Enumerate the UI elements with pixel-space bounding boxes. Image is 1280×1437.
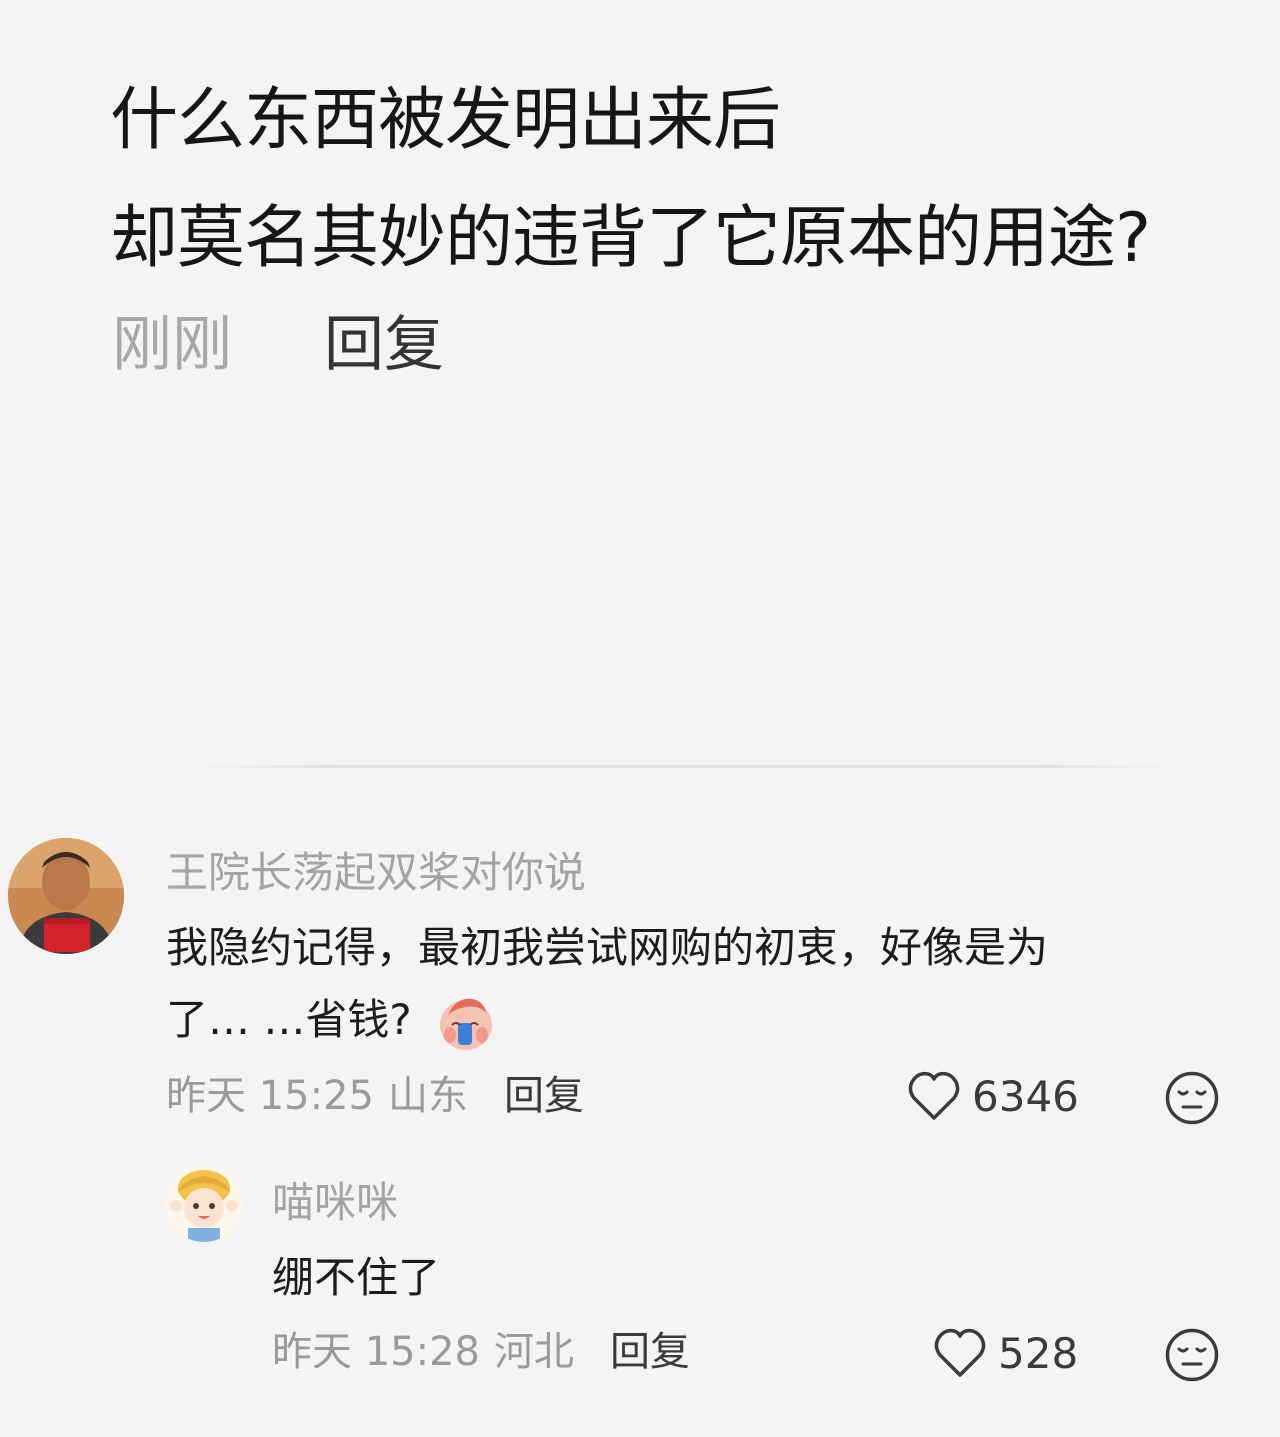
comment-text-line-2: 了… …省钱? xyxy=(166,984,1146,1056)
comment-location: 河北 xyxy=(494,1329,574,1375)
comment-text-line-2-content: 了… …省钱? xyxy=(166,995,412,1044)
comment-location: 山东 xyxy=(388,1073,468,1119)
comment-time: 昨天 15:28 xyxy=(272,1329,480,1375)
avatar-man-photo-icon xyxy=(8,838,124,954)
comment-time: 昨天 15:25 xyxy=(166,1073,374,1119)
like-button[interactable]: 528 xyxy=(932,1327,1078,1379)
like-count: 6346 xyxy=(972,1071,1079,1121)
comment-text-line-1: 我隐约记得，最初我尝试网购的初衷，好像是为 xyxy=(166,923,1049,972)
comment-reply-button[interactable]: 回复 xyxy=(504,1068,584,1124)
post-title: 什么东西被发明出来后 却莫名其妙的违背了它原本的用途? xyxy=(110,62,1270,298)
comment-username[interactable]: 喵咪咪 xyxy=(272,1175,398,1231)
reaction-button[interactable] xyxy=(1164,1327,1220,1387)
heart-icon xyxy=(908,1071,960,1120)
neutral-face-icon xyxy=(1165,1071,1219,1125)
divider xyxy=(190,765,1180,768)
reaction-button[interactable] xyxy=(1164,1070,1220,1130)
comment-meta: 昨天 15:25 山东 回复 xyxy=(166,1068,584,1124)
neutral-face-icon xyxy=(1165,1328,1219,1382)
comment-meta: 昨天 15:28 河北 回复 xyxy=(272,1324,690,1380)
heart-icon xyxy=(934,1328,986,1377)
post-title-line-2: 却莫名其妙的违背了它原本的用途? xyxy=(110,199,1151,278)
comment-text: 我隐约记得，最初我尝试网购的初衷，好像是为 了… …省钱? xyxy=(166,912,1146,1056)
crying-emoji-icon xyxy=(436,993,496,1053)
post-title-line-1: 什么东西被发明出来后 xyxy=(110,81,781,160)
comment-reply-button[interactable]: 回复 xyxy=(610,1324,690,1380)
like-button[interactable]: 6346 xyxy=(906,1070,1079,1122)
avatar-cartoon-girl-icon xyxy=(166,1166,242,1242)
avatar[interactable] xyxy=(8,838,124,954)
post-reply-button[interactable]: 回复 xyxy=(324,305,444,385)
post-meta: 刚刚 回复 xyxy=(112,305,444,385)
comment-text: 绷不住了 xyxy=(272,1253,441,1302)
like-count: 528 xyxy=(998,1328,1079,1378)
avatar[interactable] xyxy=(166,1166,242,1242)
comment-username[interactable]: 王院长荡起双桨对你说 xyxy=(166,845,586,901)
post-time: 刚刚 xyxy=(112,310,232,380)
